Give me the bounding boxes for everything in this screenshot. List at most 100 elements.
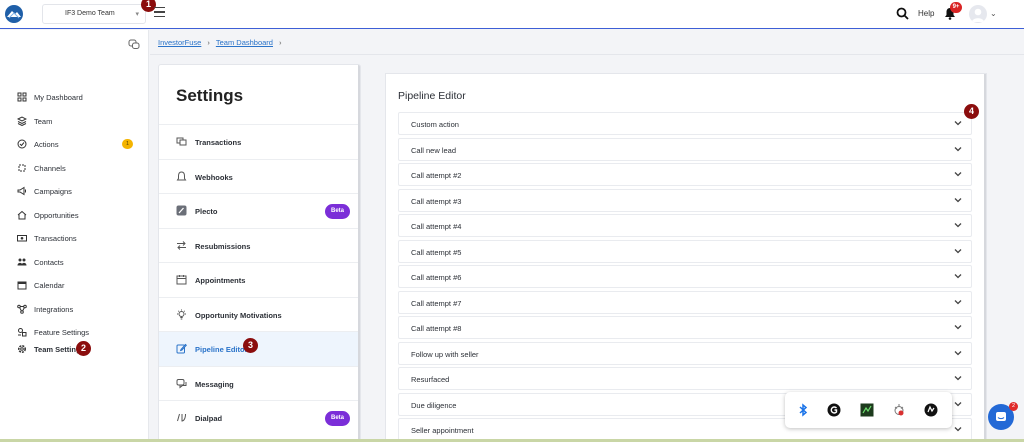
pipeline-stage[interactable]: Resurfaced xyxy=(398,367,972,390)
stage-label: Call attempt #5 xyxy=(411,247,462,257)
sidebar-item-actions[interactable]: Actions 1 xyxy=(0,134,148,154)
pipeline-stage[interactable]: Call attempt #8 xyxy=(398,316,972,339)
stage-label: Seller appointment xyxy=(411,426,474,435)
swap-icon xyxy=(177,240,186,250)
sidebar-item-label: Calendar xyxy=(34,281,65,290)
edit-icon xyxy=(176,343,187,354)
megaphone-icon xyxy=(17,186,26,196)
chevron-down-icon[interactable] xyxy=(954,170,962,178)
sidebar-item-integrations[interactable]: Integrations xyxy=(0,299,148,319)
pipeline-stage[interactable]: Call new lead xyxy=(398,137,972,161)
chevron-down-icon[interactable] xyxy=(954,272,962,280)
pipeline-stage[interactable]: Call attempt #5 xyxy=(398,239,972,263)
lightbulb-icon xyxy=(177,309,186,319)
bell-icon xyxy=(176,170,187,180)
pipeline-stage[interactable]: Call attempt #6 xyxy=(398,265,972,288)
pipeline-scrollbar[interactable] xyxy=(984,74,986,441)
dialpad-icon xyxy=(177,413,186,422)
sidebar-item-label: Contacts xyxy=(34,257,64,267)
chevron-down-icon[interactable] xyxy=(954,247,962,255)
pipeline-stage[interactable]: Call attempt #4 xyxy=(398,214,972,237)
sidebar-item-my-dashboard[interactable]: My Dashboard xyxy=(0,87,148,107)
team-select-value: IF3 Demo Team xyxy=(65,10,115,17)
sidebar-item-transactions[interactable]: Transactions xyxy=(0,228,148,248)
pipeline-stage[interactable]: Custom action xyxy=(398,112,972,135)
channels-icon xyxy=(18,164,26,171)
chat-bubbles-icon[interactable] xyxy=(128,39,140,50)
pipeline-stage[interactable]: Call attempt #2 xyxy=(398,163,972,186)
grammarly-icon[interactable] xyxy=(827,403,841,417)
sidebar-item-calendar[interactable]: Calendar xyxy=(0,275,148,295)
chevron-down-icon[interactable] xyxy=(954,323,962,331)
sidebar-item-opportunities[interactable]: Opportunities xyxy=(0,205,148,225)
sidebar-item-label: Integrations xyxy=(34,304,74,314)
settings-item-label: Resubmissions xyxy=(195,241,251,251)
pipeline-stage[interactable]: Call attempt #3 xyxy=(398,188,972,212)
integrations-icon xyxy=(17,304,27,314)
help-link[interactable]: Help xyxy=(918,9,934,18)
avatar[interactable] xyxy=(969,5,987,23)
bug-extension-icon[interactable] xyxy=(892,403,906,417)
pipeline-stage[interactable]: Call attempt #7 xyxy=(398,290,972,314)
breadcrumb-separator: › xyxy=(278,38,282,47)
chevron-down-icon[interactable] xyxy=(954,119,962,127)
sidebar-item-label: Transactions xyxy=(34,234,77,243)
sidebar-item-label: Actions xyxy=(34,140,59,149)
settings-item-resubmissions[interactable]: Resubmissions xyxy=(159,227,358,263)
chevron-down-icon[interactable] xyxy=(954,400,962,408)
settings-item-opportunity-motivations[interactable]: Opportunity Motivations xyxy=(159,296,358,332)
sidebar-item-label: Feature Settings xyxy=(34,328,90,337)
chevron-down-icon[interactable] xyxy=(954,425,962,433)
menu-icon[interactable] xyxy=(154,7,165,18)
extension-logo-icon[interactable] xyxy=(924,403,938,417)
stage-label: Call attempt #6 xyxy=(411,273,462,282)
chevron-down-icon[interactable] xyxy=(954,298,962,306)
chevron-down-icon[interactable] xyxy=(954,145,962,153)
settings-item-webhooks[interactable]: Webhooks xyxy=(159,158,358,194)
chevron-down-icon[interactable] xyxy=(954,196,962,204)
breadcrumb-separator: › xyxy=(207,38,210,47)
step-marker-2: 2 xyxy=(76,341,91,356)
top-bar: IF3 Demo Team ▾ 1 Help 9+ ⌄ xyxy=(0,0,1024,29)
settings-item-label: Messaging xyxy=(195,379,234,389)
settings-item-dialpad[interactable]: Dialpad Beta xyxy=(159,400,358,435)
settings-item-label: Plecto xyxy=(195,207,218,216)
settings-item-transactions[interactable]: Transactions xyxy=(159,124,358,159)
calendar-icon xyxy=(176,275,187,285)
bluetooth-icon[interactable] xyxy=(796,403,810,417)
divider xyxy=(150,54,1024,55)
settings-item-label: Transactions xyxy=(195,138,242,147)
stage-label: Call attempt #3 xyxy=(411,196,462,206)
settings-item-appointments[interactable]: Appointments xyxy=(159,262,358,297)
sidebar-item-label: Campaigns xyxy=(34,187,72,196)
app-logo-icon[interactable] xyxy=(5,5,23,23)
chevron-down-icon[interactable] xyxy=(954,374,962,382)
grid-icon xyxy=(17,92,27,102)
settings-item-pipeline-editor[interactable]: Pipeline Editor xyxy=(159,331,358,366)
pipeline-stage[interactable]: Follow up with seller xyxy=(398,341,972,365)
sidebar-item-team[interactable]: Team xyxy=(0,111,148,131)
chevron-down-icon[interactable] xyxy=(954,349,962,357)
sidebar-item-campaigns[interactable]: Campaigns xyxy=(0,181,148,201)
stage-label: Call attempt #2 xyxy=(411,171,462,180)
breadcrumb-investorfuse[interactable]: InvestorFuse xyxy=(158,38,201,47)
chevron-down-icon: ▾ xyxy=(135,11,139,18)
terminal-extension-icon[interactable] xyxy=(860,403,874,417)
settings-item-plecto[interactable]: Plecto Beta xyxy=(159,193,358,228)
pipeline-editor-panel: Pipeline Editor Custom action Call new l… xyxy=(385,73,987,442)
chevron-down-icon[interactable] xyxy=(954,221,962,229)
settings-item-messaging[interactable]: Messaging xyxy=(159,365,358,401)
breadcrumb-team-dashboard[interactable]: Team Dashboard xyxy=(216,38,273,47)
settings-scrollbar[interactable] xyxy=(358,65,360,441)
chat-unread-badge: 2 xyxy=(1009,402,1018,411)
stage-label: Call attempt #7 xyxy=(411,298,462,308)
stage-label: Call new lead xyxy=(411,145,457,155)
sidebar-item-team-settings[interactable]: Team Settings xyxy=(0,339,148,359)
sidebar-item-contacts[interactable]: Contacts xyxy=(0,252,148,272)
sidebar-item-channels[interactable]: Channels xyxy=(0,158,148,178)
search-icon[interactable] xyxy=(896,7,909,20)
people-icon xyxy=(17,258,27,265)
team-select[interactable]: IF3 Demo Team ▾ xyxy=(42,4,146,24)
chevron-down-icon[interactable]: ⌄ xyxy=(990,9,997,18)
check-circle-icon xyxy=(17,139,27,149)
